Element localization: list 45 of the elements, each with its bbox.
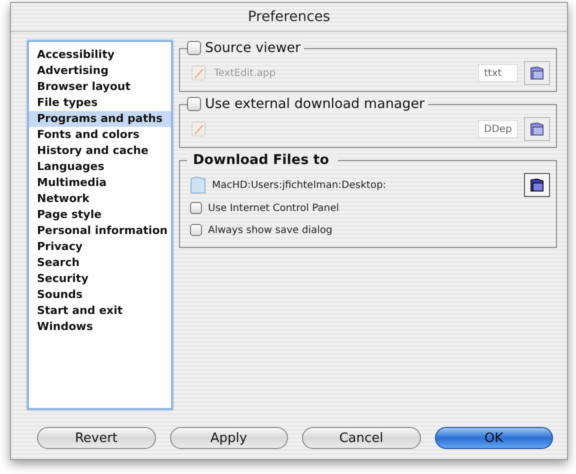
group-label: Source viewer <box>205 40 301 56</box>
choose-folder-button[interactable] <box>524 117 550 141</box>
category-item[interactable]: Accessibility <box>29 47 171 63</box>
checkbox[interactable] <box>190 202 202 214</box>
folder-icon <box>528 64 546 82</box>
category-item[interactable]: Search <box>29 255 171 271</box>
category-item[interactable]: Start and exit <box>29 303 171 319</box>
folder-icon <box>528 120 546 138</box>
category-item[interactable]: Advertising <box>29 63 171 79</box>
category-item[interactable]: Fonts and colors <box>29 127 171 143</box>
app-name: TextEdit.app <box>214 68 276 78</box>
checkbox[interactable] <box>190 224 202 236</box>
category-item[interactable]: History and cache <box>29 143 171 159</box>
dialog-button[interactable]: Cancel <box>302 427 420 449</box>
type-code-field[interactable]: DDep <box>478 120 518 138</box>
category-item[interactable]: Security <box>29 271 171 287</box>
category-item[interactable]: Page style <box>29 207 171 223</box>
category-item[interactable]: Browser layout <box>29 79 171 95</box>
category-item[interactable]: Programs and paths <box>29 111 171 127</box>
category-item[interactable]: Multimedia <box>29 175 171 191</box>
checkbox[interactable] <box>187 41 201 55</box>
category-item[interactable]: Privacy <box>29 239 171 255</box>
checkbox[interactable] <box>187 97 201 111</box>
download-path: MacHD:Users:jfichtelman:Desktop: <box>212 180 386 190</box>
group-label: Download Files to <box>192 152 330 168</box>
type-code-field[interactable]: ttxt <box>478 64 518 82</box>
category-item[interactable]: Windows <box>29 319 171 335</box>
category-item[interactable]: Languages <box>29 159 171 175</box>
document-pen-icon <box>190 64 208 82</box>
document-pen-icon <box>190 120 208 138</box>
dialog-button[interactable]: Apply <box>170 427 288 449</box>
category-item[interactable]: Sounds <box>29 287 171 303</box>
dialog-button[interactable]: OK <box>434 427 553 449</box>
category-item[interactable]: File types <box>29 95 171 111</box>
checkbox-label: Use Internet Control Panel <box>208 202 340 214</box>
folder-icon <box>190 176 206 194</box>
choose-folder-button[interactable] <box>524 61 550 85</box>
checkbox-label: Always show save dialog <box>208 224 332 236</box>
dialog-button[interactable]: Revert <box>37 427 156 449</box>
category-item[interactable]: Personal information <box>29 223 171 239</box>
group-label: Use external download manager <box>205 96 425 112</box>
category-item[interactable]: Network <box>29 191 171 207</box>
folder-icon <box>528 176 546 194</box>
choose-folder-button[interactable] <box>524 173 550 197</box>
window-title: Preferences <box>248 9 330 25</box>
